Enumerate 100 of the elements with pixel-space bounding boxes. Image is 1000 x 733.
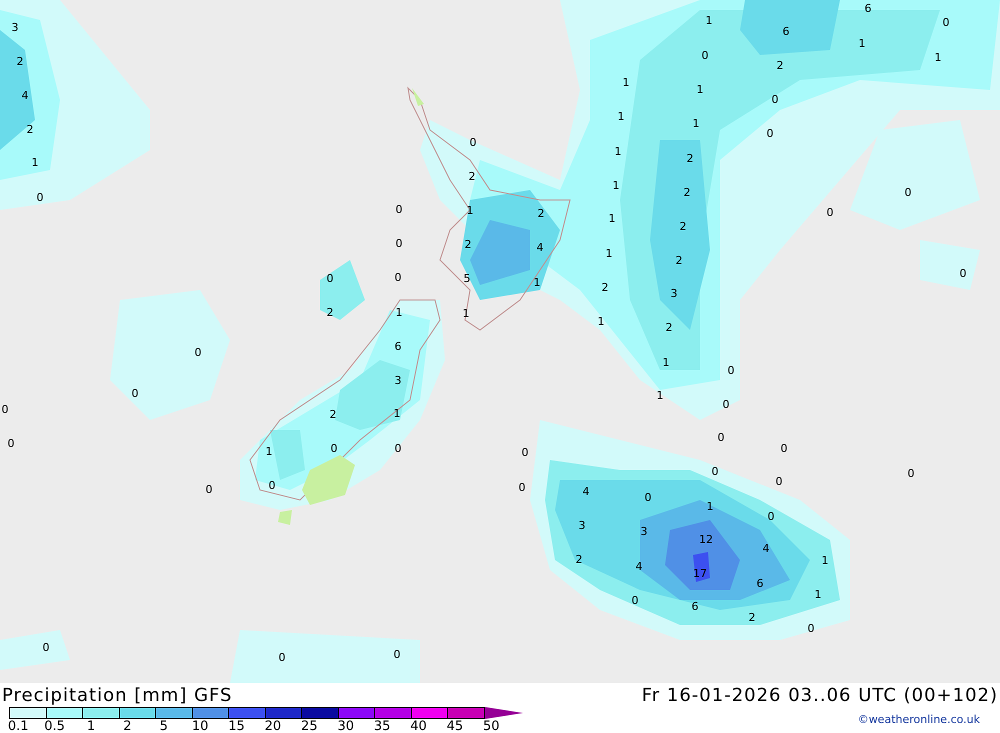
precipitation-value: 1 bbox=[614, 145, 622, 158]
precipitation-value: 0 bbox=[326, 272, 334, 285]
precipitation-value: 0 bbox=[644, 491, 652, 504]
precipitation-value: 0 bbox=[36, 191, 44, 204]
precipitation-value: 1 bbox=[692, 117, 700, 130]
precipitation-value: 6 bbox=[782, 25, 790, 38]
precipitation-value: 1 bbox=[622, 76, 630, 89]
precipitation-value: 1 bbox=[394, 407, 400, 420]
precipitation-value: 0 bbox=[780, 442, 788, 455]
precipitation-value: 0 bbox=[766, 127, 774, 140]
precipitation-value: 3 bbox=[670, 287, 678, 300]
precipitation-value: 0 bbox=[132, 387, 138, 400]
precipitation-value: 1 bbox=[822, 554, 828, 567]
scale-label: 10 bbox=[190, 719, 210, 733]
precipitation-value: 1 bbox=[706, 500, 714, 513]
precipitation-value: 0 bbox=[908, 467, 914, 480]
precipitation-value: 2 bbox=[16, 55, 24, 68]
precipitation-value: 0 bbox=[728, 364, 734, 377]
precipitation-value: 1 bbox=[706, 14, 712, 27]
precipitation-value: 1 bbox=[662, 356, 670, 369]
precipitation-value: 1 bbox=[656, 389, 664, 402]
precipitation-value: 6 bbox=[756, 577, 764, 590]
precipitation-value: 0 bbox=[206, 483, 212, 496]
precipitation-value: 3 bbox=[578, 519, 586, 532]
precipitation-value: 0 bbox=[722, 398, 730, 411]
precipitation-value: 2 bbox=[464, 238, 472, 251]
map-title: Precipitation [mm] GFS bbox=[1, 684, 232, 706]
precipitation-value: 1 bbox=[534, 276, 540, 289]
precipitation-value: 0 bbox=[394, 442, 402, 455]
precipitation-value: 1 bbox=[598, 315, 604, 328]
precipitation-value: 0 bbox=[42, 641, 50, 654]
precipitation-value: 5 bbox=[464, 272, 470, 285]
scale-label: 2 bbox=[122, 719, 132, 733]
precipitation-value: 6 bbox=[864, 2, 872, 15]
precipitation-value: 1 bbox=[934, 51, 942, 64]
precipitation-value: 3 bbox=[394, 374, 402, 387]
precipitation-value: 17 bbox=[693, 567, 707, 580]
precipitation-value: 0 bbox=[396, 203, 402, 216]
scale-label: 5 bbox=[158, 719, 169, 733]
precipitation-value: 1 bbox=[618, 110, 624, 123]
scale-label: 0.5 bbox=[43, 719, 66, 733]
precipitation-value: 0 bbox=[772, 93, 778, 106]
precipitation-value: 0 bbox=[718, 431, 724, 444]
precipitation-value: 1 bbox=[32, 156, 38, 169]
precipitation-value: 1 bbox=[606, 247, 612, 260]
scale-label: 20 bbox=[264, 719, 282, 733]
precipitation-value: 2 bbox=[602, 281, 608, 294]
precipitation-value: 0 bbox=[712, 465, 718, 478]
precipitation-value: 4 bbox=[536, 241, 544, 254]
precipitation-value: 6 bbox=[692, 600, 698, 613]
precipitation-value: 2 bbox=[26, 123, 34, 136]
precipitation-value: 0 bbox=[826, 206, 834, 219]
precipitation-value: 2 bbox=[576, 553, 582, 566]
precipitation-value: 2 bbox=[686, 152, 694, 165]
precipitation-value: 0 bbox=[942, 16, 950, 29]
precipitation-value: 4 bbox=[636, 560, 642, 573]
precipitation-value: 2 bbox=[538, 207, 544, 220]
precipitation-value: 6 bbox=[394, 340, 402, 353]
precipitation-value: 3 bbox=[640, 525, 648, 538]
precipitation-value: 0 bbox=[396, 237, 402, 250]
precipitation-value: 2 bbox=[330, 408, 336, 421]
precipitation-value: 0 bbox=[768, 510, 774, 523]
precipitation-value: 0 bbox=[960, 267, 966, 280]
precipitation-value: 0 bbox=[632, 594, 638, 607]
scale-label: 0.1 bbox=[6, 719, 30, 733]
scale-label: 15 bbox=[227, 719, 246, 733]
precipitation-value: 4 bbox=[22, 89, 28, 102]
scale-label: 50 bbox=[482, 719, 501, 733]
precipitation-value: 0 bbox=[330, 442, 338, 455]
precipitation-value: 2 bbox=[680, 220, 686, 233]
precipitation-value: 1 bbox=[462, 307, 470, 320]
precipitation-value: 0 bbox=[702, 49, 708, 62]
precipitation-value: 1 bbox=[266, 445, 272, 458]
scale-label: 40 bbox=[409, 719, 428, 733]
precipitation-value: 12 bbox=[699, 533, 713, 546]
valid-time: Fr 16-01-2026 03..06 UTC (00+102) bbox=[642, 684, 999, 706]
scale-label: 45 bbox=[446, 719, 464, 733]
precipitation-value: 1 bbox=[814, 588, 822, 601]
precipitation-value: 2 bbox=[666, 321, 672, 334]
precipitation-value: 0 bbox=[518, 481, 526, 494]
precipitation-value: 2 bbox=[684, 186, 690, 199]
precipitation-value: 4 bbox=[762, 542, 770, 555]
precipitation-value: 1 bbox=[612, 179, 620, 192]
precipitation-value: 1 bbox=[858, 37, 866, 50]
precipitation-value: 0 bbox=[394, 648, 400, 661]
scale-label: 35 bbox=[372, 719, 392, 733]
precipitation-value: 3 bbox=[12, 21, 18, 34]
precipitation-value: 0 bbox=[268, 479, 276, 492]
precipitation-value: 0 bbox=[522, 446, 528, 459]
scale-label: 30 bbox=[336, 719, 355, 733]
scale-label: 25 bbox=[300, 719, 319, 733]
precipitation-value: 1 bbox=[608, 212, 616, 225]
precipitation-value: 0 bbox=[776, 475, 782, 488]
precipitation-value: 0 bbox=[904, 186, 912, 199]
precipitation-value: 0 bbox=[470, 136, 476, 149]
precipitation-value: 2 bbox=[676, 254, 682, 267]
precipitation-value: 0 bbox=[808, 622, 814, 635]
precipitation-value: 0 bbox=[394, 271, 402, 284]
scale-label: 1 bbox=[86, 719, 96, 733]
precipitation-value: 4 bbox=[582, 485, 590, 498]
